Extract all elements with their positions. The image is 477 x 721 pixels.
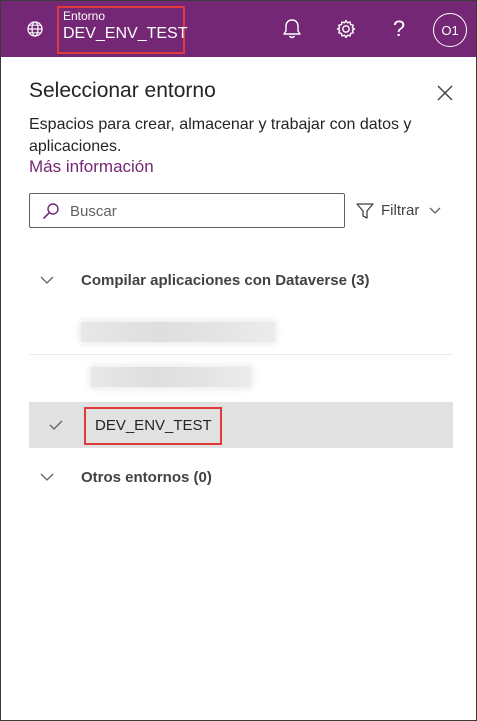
panel-title: Seleccionar entorno bbox=[29, 79, 216, 102]
divider bbox=[29, 354, 453, 355]
environment-item-selected[interactable]: DEV_ENV_TEST bbox=[29, 402, 453, 448]
chevron-down-icon bbox=[40, 473, 54, 481]
environment-picker-window: Entorno DEV_ENV_TEST ? O1 Seleccionar en… bbox=[0, 0, 477, 721]
current-environment-name[interactable]: DEV_ENV_TEST bbox=[63, 25, 187, 43]
filter-button[interactable]: Filtrar bbox=[355, 199, 447, 223]
settings-button[interactable] bbox=[334, 17, 358, 41]
search-input[interactable]: Buscar bbox=[29, 193, 345, 228]
redacted-environment-item[interactable] bbox=[91, 367, 251, 387]
redacted-environment-item[interactable] bbox=[81, 322, 275, 342]
more-info-link[interactable]: Más información bbox=[29, 157, 154, 177]
help-icon: ? bbox=[392, 16, 406, 41]
account-avatar[interactable]: O1 bbox=[433, 13, 467, 47]
environment-caption: Entorno bbox=[63, 9, 106, 23]
app-header-bar: Entorno DEV_ENV_TEST ? O1 bbox=[1, 1, 476, 57]
notifications-button[interactable] bbox=[280, 17, 304, 41]
group-header-dataverse[interactable]: Compilar aplicaciones con Dataverse (3) bbox=[29, 263, 453, 297]
environment-item-label: DEV_ENV_TEST bbox=[95, 417, 212, 434]
group-label: Otros entornos (0) bbox=[81, 469, 212, 486]
group-header-other[interactable]: Otros entornos (0) bbox=[29, 460, 453, 494]
panel-description: Espacios para crear, almacenar y trabaja… bbox=[29, 116, 412, 155]
funnel-icon bbox=[356, 203, 374, 219]
checkmark-icon bbox=[49, 420, 63, 430]
chevron-down-icon bbox=[429, 207, 441, 214]
search-placeholder: Buscar bbox=[70, 203, 117, 220]
search-icon bbox=[43, 203, 59, 219]
globe-icon[interactable] bbox=[26, 20, 44, 38]
chevron-down-icon bbox=[40, 276, 54, 284]
group-label: Compilar aplicaciones con Dataverse (3) bbox=[81, 272, 370, 289]
gear-icon bbox=[336, 19, 356, 39]
filter-label: Filtrar bbox=[381, 202, 420, 219]
help-button[interactable]: ? bbox=[387, 17, 411, 41]
bell-icon bbox=[283, 19, 301, 39]
close-icon[interactable] bbox=[435, 83, 455, 103]
